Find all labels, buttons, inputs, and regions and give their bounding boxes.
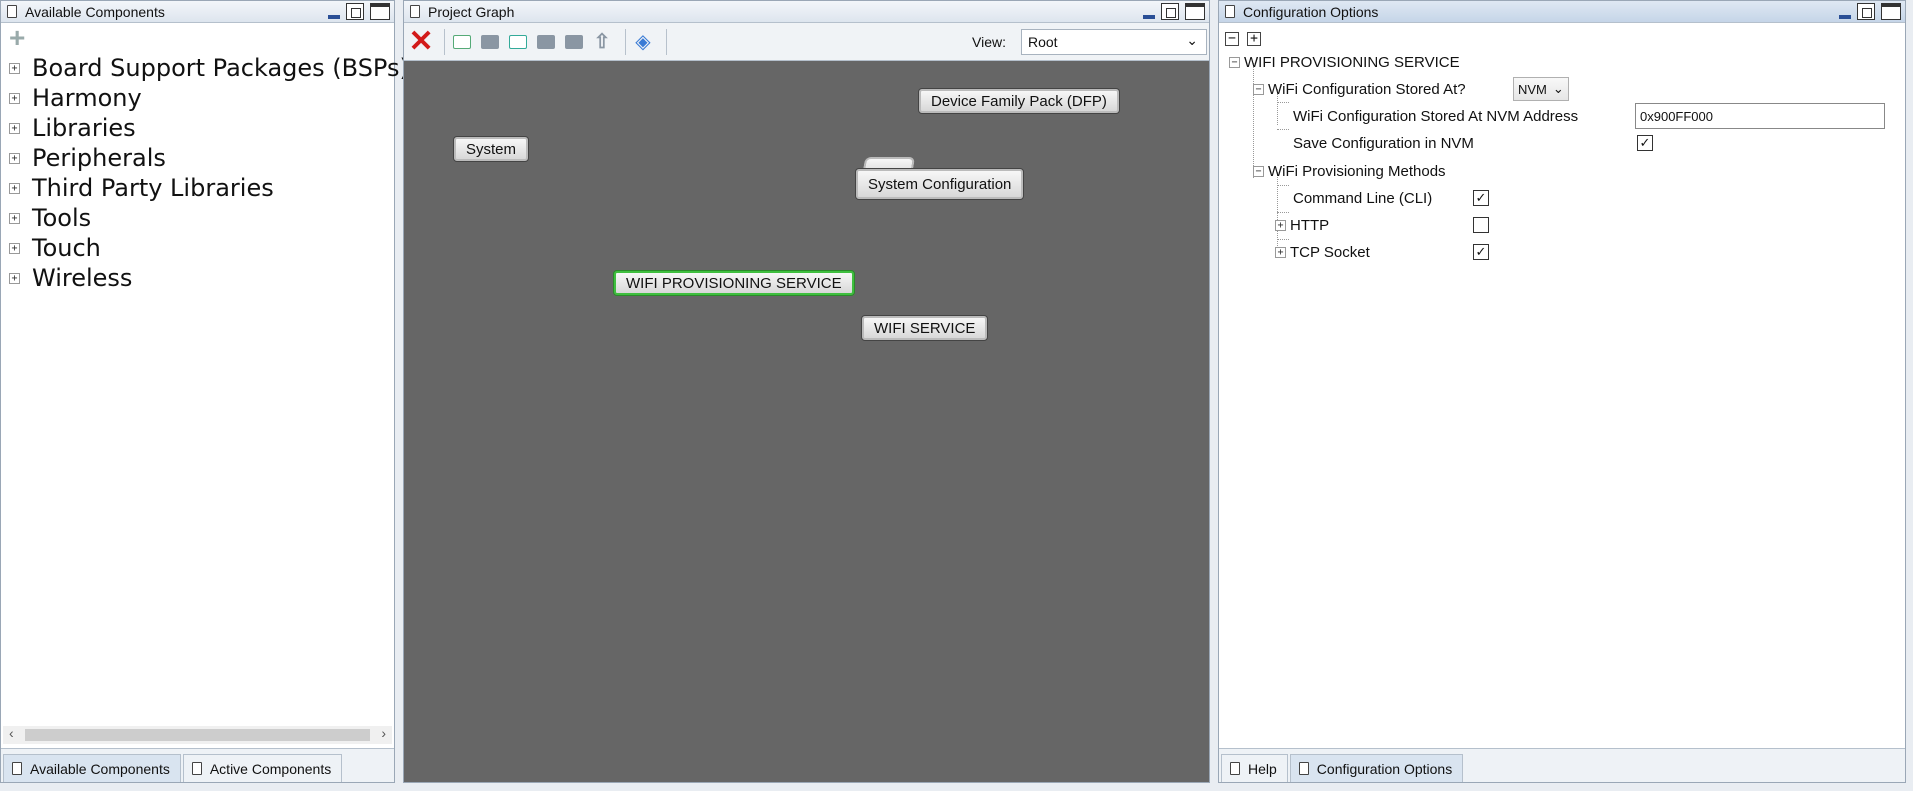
minimize-icon[interactable] [1143, 14, 1155, 19]
tree-item-touch[interactable]: + Touch [9, 233, 394, 263]
available-components-titlebar: Available Components [1, 1, 394, 23]
nvm-address-input[interactable]: 0x900FF000 [1635, 103, 1885, 129]
document-icon [1225, 5, 1235, 18]
expand-icon[interactable]: + [9, 152, 20, 164]
restore-icon[interactable] [1161, 3, 1179, 20]
http-checkbox[interactable] [1473, 217, 1489, 233]
panel-title: Configuration Options [1243, 3, 1379, 20]
available-components-panel: Available Components + + Board Support Pa… [0, 0, 409, 783]
remove-from-group-icon[interactable] [535, 31, 557, 53]
expand-icon[interactable]: + [9, 242, 20, 254]
maximize-icon[interactable] [370, 3, 390, 20]
horizontal-scrollbar[interactable]: ‹ › [3, 725, 392, 744]
view-label: View: [972, 34, 1006, 50]
tree-item-tools[interactable]: + Tools [9, 203, 394, 233]
option-root[interactable]: − WIFI PROVISIONING SERVICE [1229, 49, 1460, 75]
maximize-icon[interactable] [1881, 3, 1901, 20]
document-icon [1298, 762, 1309, 775]
expand-icon[interactable]: + [9, 182, 20, 194]
project-graph-titlebar: Project Graph [404, 1, 1209, 23]
graph-toolbar: ✕ ⇧ ◈ View: Root ⌄ [404, 23, 1209, 61]
option-cli: Command Line (CLI) [1293, 189, 1433, 207]
node-wifi-provisioning-service[interactable]: WIFI PROVISIONING SERVICE [614, 271, 854, 295]
document-icon [410, 5, 420, 18]
component-tree: + Board Support Packages (BSPs) + Harmony … [1, 53, 409, 293]
view-select[interactable]: Root ⌄ [1021, 29, 1207, 55]
configuration-options-panel: Configuration Options − + − WIFI PROVISI… [1218, 0, 1906, 783]
expand-icon[interactable]: + [9, 272, 20, 284]
expand-icon[interactable]: + [9, 122, 20, 134]
ungroup-icon[interactable] [563, 31, 585, 53]
collapse-icon[interactable]: − [1253, 83, 1264, 95]
save-config-checkbox[interactable]: ✓ [1637, 135, 1653, 151]
expand-icon[interactable]: + [1275, 219, 1286, 231]
tab-available-components[interactable]: Available Components [3, 754, 181, 782]
option-save-config: Save Configuration in NVM [1293, 134, 1474, 152]
document-icon [7, 5, 17, 18]
document-icon [191, 762, 202, 775]
configuration-options-titlebar: Configuration Options [1219, 1, 1905, 23]
panel-title: Project Graph [428, 3, 515, 20]
node-device-family-pack[interactable]: Device Family Pack (DFP) [919, 89, 1119, 113]
option-tcp-socket: + TCP Socket [1275, 239, 1370, 265]
tree-item-wireless[interactable]: + Wireless [9, 263, 394, 293]
graph-canvas[interactable]: Device Family Pack (DFP) System System C… [404, 63, 1209, 782]
cli-checkbox[interactable]: ✓ [1473, 190, 1489, 206]
restore-icon[interactable] [346, 3, 364, 20]
collapse-all-icon[interactable]: − [1225, 32, 1239, 46]
tab-help[interactable]: Help [1221, 754, 1288, 782]
document-icon [12, 762, 22, 775]
tcp-socket-checkbox[interactable]: ✓ [1473, 244, 1489, 260]
expand-icon[interactable]: + [9, 212, 20, 224]
tab-active-components[interactable]: Active Components [182, 754, 343, 782]
tree-item-third-party[interactable]: + Third Party Libraries [9, 173, 394, 203]
tree-item-peripherals[interactable]: + Peripherals [9, 143, 394, 173]
project-graph-panel: Project Graph ✕ ⇧ ◈ View: Root ⌄ Device … [403, 0, 1210, 783]
node-system[interactable]: System [454, 137, 529, 161]
node-wifi-service[interactable]: WIFI SERVICE [862, 316, 988, 340]
option-http: + HTTP [1275, 212, 1329, 238]
tab-configuration-options[interactable]: Configuration Options [1289, 754, 1464, 782]
add-component-icon[interactable]: + [9, 24, 25, 52]
up-arrow-icon[interactable]: ⇧ [591, 31, 613, 53]
maximize-icon[interactable] [1185, 3, 1205, 20]
delete-icon[interactable]: ✕ [408, 26, 433, 56]
expand-icon[interactable]: + [9, 92, 20, 104]
group-icon[interactable] [479, 31, 501, 53]
node-system-configuration[interactable]: System Configuration [856, 169, 1024, 199]
collapse-icon[interactable]: − [1229, 56, 1240, 68]
option-nvm-address: WiFi Configuration Stored At NVM Address [1293, 107, 1579, 125]
option-stored-at: − WiFi Configuration Stored At? [1253, 76, 1466, 102]
restore-icon[interactable] [1857, 3, 1875, 20]
chevron-down-icon: ⌄ [1186, 32, 1198, 48]
stored-at-select[interactable]: NVM ⌄ [1513, 77, 1569, 101]
minimize-icon[interactable] [1839, 14, 1851, 19]
scroll-right-icon[interactable]: › [381, 725, 386, 741]
chevron-down-icon: ⌄ [1552, 81, 1564, 96]
collapse-icon[interactable]: − [1253, 165, 1264, 177]
panel-title: Available Components [25, 3, 165, 20]
new-group-icon[interactable] [451, 31, 473, 53]
auto-layout-icon[interactable]: ◈ [632, 31, 654, 53]
add-to-group-icon[interactable] [507, 31, 529, 53]
expand-icon[interactable]: + [9, 62, 20, 74]
expand-all-icon[interactable]: + [1247, 32, 1261, 46]
minimize-icon[interactable] [328, 14, 340, 19]
option-provisioning-methods: − WiFi Provisioning Methods [1253, 158, 1446, 184]
tree-item-bsps[interactable]: + Board Support Packages (BSPs) [9, 53, 409, 83]
scrollbar-thumb[interactable] [25, 729, 370, 741]
scroll-left-icon[interactable]: ‹ [9, 725, 14, 741]
tree-item-harmony[interactable]: + Harmony [9, 83, 394, 113]
document-icon [1230, 762, 1240, 775]
expand-icon[interactable]: + [1275, 246, 1286, 258]
tree-item-libraries[interactable]: + Libraries [9, 113, 394, 143]
